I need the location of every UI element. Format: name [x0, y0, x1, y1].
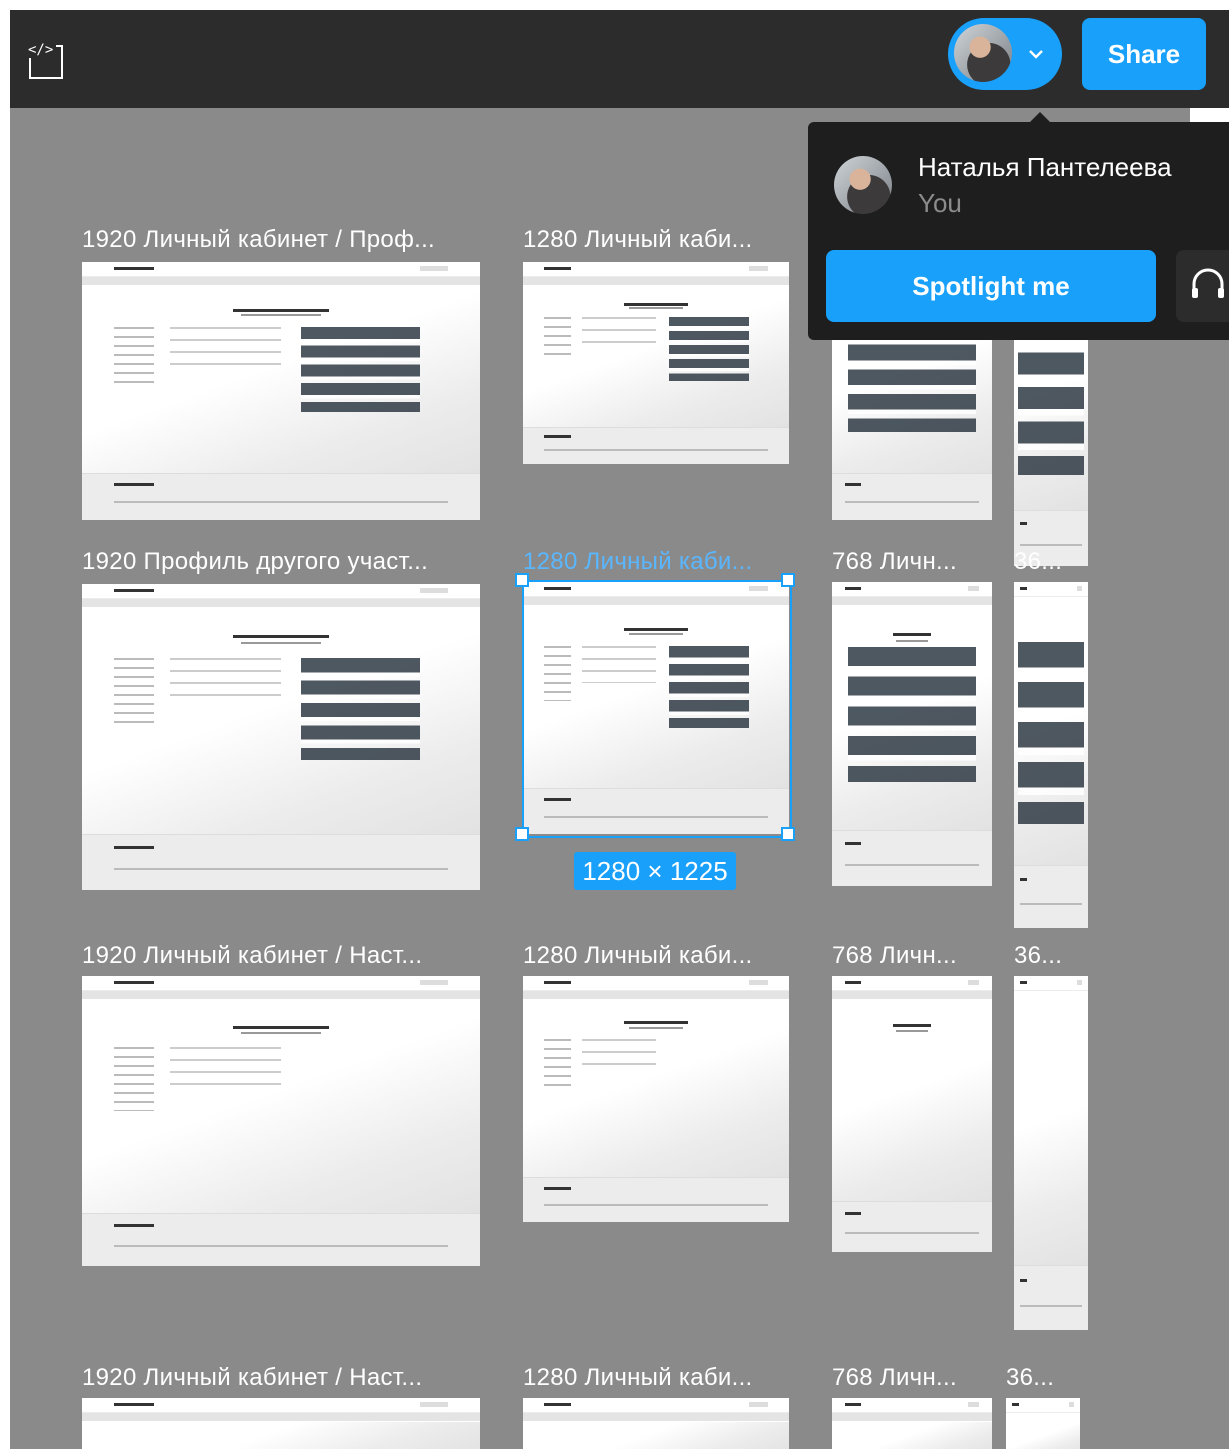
user-name: Наталья Пантелеева	[918, 152, 1172, 182]
frame-title[interactable]: 36...	[1006, 1364, 1080, 1392]
frame-title[interactable]: 1920 Личный кабинет / Проф...	[82, 226, 482, 254]
frame-title[interactable]: 1920 Профиль другого участ...	[82, 548, 482, 576]
selection-outline	[522, 580, 792, 838]
frame-thumbnail[interactable]	[523, 1398, 789, 1449]
resize-handle[interactable]	[781, 827, 795, 841]
frame-thumbnail[interactable]	[832, 582, 992, 886]
frame-thumbnail[interactable]	[832, 976, 992, 1252]
user-avatar	[834, 156, 892, 214]
frame-title[interactable]: 1920 Личный кабинет / Наст...	[82, 1364, 482, 1392]
frame-thumbnail[interactable]	[523, 262, 789, 464]
share-button[interactable]: Share	[1082, 18, 1206, 90]
user-avatar	[954, 24, 1012, 82]
multiplayer-avatar-button[interactable]	[948, 18, 1062, 90]
frame-title[interactable]: 768 Личн...	[832, 942, 992, 970]
resize-handle[interactable]	[515, 573, 529, 587]
frame-title[interactable]: 768 Личн...	[832, 1364, 992, 1392]
frame-title[interactable]: 1920 Личный кабинет / Наст...	[82, 942, 482, 970]
frame-title[interactable]: 1280 Личный каби...	[523, 1364, 783, 1392]
frame-title[interactable]: 1280 Личный каби...	[523, 942, 783, 970]
user-popover: Наталья Пантелеева You Spotlight me	[808, 122, 1229, 340]
dimensions-badge: 1280 × 1225	[574, 852, 736, 890]
frame-thumbnail[interactable]	[1014, 976, 1088, 1330]
frame-thumbnail[interactable]	[1006, 1398, 1080, 1449]
spotlight-me-button[interactable]: Spotlight me	[826, 250, 1156, 322]
frame-thumbnail[interactable]	[82, 584, 480, 890]
svg-text:</>: </>	[28, 42, 53, 58]
frame-thumbnail[interactable]	[82, 976, 480, 1266]
frame-thumbnail[interactable]	[82, 262, 480, 520]
frame-thumbnail[interactable]	[523, 976, 789, 1222]
dev-mode-icon[interactable]: </>	[26, 40, 64, 80]
frame-thumbnail[interactable]	[832, 1398, 992, 1449]
headphones-icon	[1188, 266, 1228, 307]
popup-arrow	[1030, 112, 1050, 122]
frame-title[interactable]: 36...	[1014, 548, 1088, 576]
user-role-label: You	[918, 188, 962, 218]
audio-button[interactable]	[1176, 250, 1229, 322]
frame-title-selected[interactable]: 1280 Личный каби...	[523, 548, 783, 576]
chevron-down-icon	[1028, 44, 1044, 64]
canvas-strip	[1190, 108, 1229, 122]
resize-handle[interactable]	[515, 827, 529, 841]
frame-title[interactable]: 1280 Личный каби...	[523, 226, 783, 254]
resize-handle[interactable]	[781, 573, 795, 587]
frame-title[interactable]: 36...	[1014, 942, 1088, 970]
frame-thumbnail[interactable]	[82, 1398, 480, 1449]
frame-thumbnail[interactable]	[1014, 582, 1088, 928]
frame-title[interactable]: 768 Личн...	[832, 548, 992, 576]
